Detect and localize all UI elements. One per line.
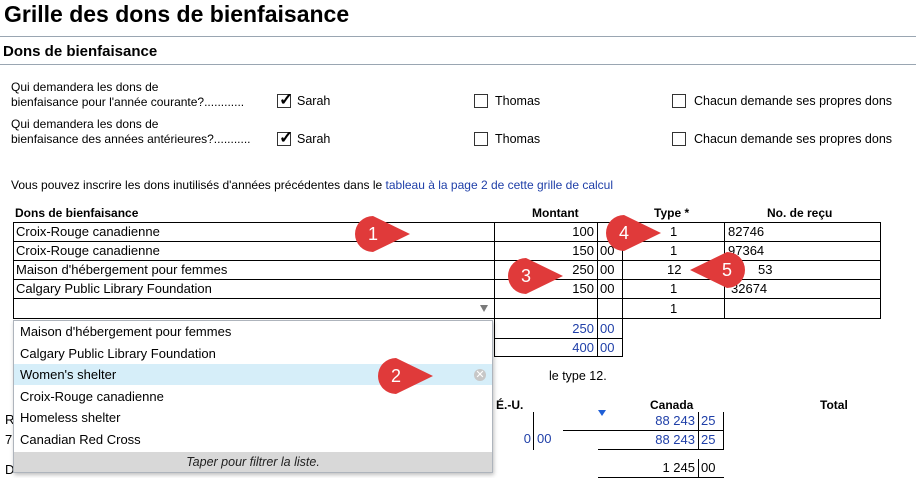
dropdown-option[interactable]: Calgary Public Library Foundation [14,343,492,364]
dropdown-option[interactable]: Homeless shelter [14,407,492,428]
donation-name[interactable]: Croix-Rouge canadienne [16,241,486,260]
donation-receipt[interactable]: 82746 [728,222,878,241]
checkbox-q2-each[interactable] [672,132,686,146]
checkbox-q2-thomas[interactable] [474,132,488,146]
donation-type[interactable]: 1 [670,279,700,298]
row-divider [563,430,598,431]
header-type: Type * [654,206,690,220]
dropdown-option[interactable]: Canadian Red Cross [14,429,492,450]
donation-receipt[interactable]: 32674 [731,279,881,298]
donation-cents[interactable]: 00 [600,260,622,279]
question-current-year: Qui demandera les dons de bienfaisance p… [11,80,244,110]
col-divider [597,319,598,357]
callout-5: 5 [690,249,748,291]
option-label: Chacun demande ses propres dons [694,94,893,108]
page-title: Grille des dons de bienfaisance [4,1,350,27]
total-amount: 1 245 [662,460,695,475]
col-divider [698,459,699,477]
checkbox-q1-thomas[interactable] [474,94,488,108]
callout-2: 2 [375,355,433,397]
canada-cents: 25 [701,413,716,428]
donation-name[interactable]: Maison d'hébergement pour femmes [16,260,486,279]
donation-receipt[interactable]: 97364 [728,241,878,260]
subtotal-cents: 00 [600,340,615,355]
question-line: Qui demandera les dons de [11,80,159,94]
question-line: bienfaisance pour l'année courante?.....… [11,95,245,109]
option-label: Thomas [495,132,541,146]
header-total: Total [820,398,848,412]
callout-number: 2 [390,366,401,386]
callout-number: 1 [367,224,378,244]
canada-amount: 88 243 [655,413,695,428]
canada-cents: 25 [701,432,716,447]
subtotal-amount: 400 [572,340,594,355]
chevron-down-icon[interactable] [480,305,488,312]
intro-sentence: Vous pouvez inscrire les dons inutilisés… [11,178,386,192]
option-label: Chacun demande ses propres dons [694,132,893,146]
canada-amount: 88 243 [655,432,695,447]
title-divider [0,36,916,37]
callout-3: 3 [505,255,563,297]
callout-1: 1 [352,213,410,255]
header-canada: Canada [650,398,694,412]
us-cents: 00 [537,431,552,446]
checkbox-q1-each[interactable] [672,94,686,108]
dropdown-option[interactable]: Croix-Rouge canadienne [14,386,492,407]
option-label: Sarah [297,94,331,108]
callout-number: 4 [618,223,629,243]
donation-name-combobox[interactable] [16,299,486,318]
header-donations: Dons de bienfaisance [15,206,139,220]
intro-text: Vous pouvez inscrire les dons inutilisés… [11,178,613,192]
checkbox-q1-sarah[interactable] [277,90,293,110]
type-note: le type 12. [549,369,607,383]
total-cents: 00 [701,460,716,475]
left-fragment: 7 [5,432,13,447]
section-divider [0,64,916,65]
donation-amount[interactable]: 100 [495,222,597,241]
question-prior-years: Qui demandera les dons de bienfaisance d… [11,117,250,147]
charity-dropdown-list[interactable]: Maison d'hébergement pour femmes Calgary… [13,320,493,473]
callout-number: 3 [520,266,531,286]
dropdown-option[interactable]: Maison d'hébergement pour femmes [14,321,492,342]
question-line: Qui demandera les dons de [11,117,159,131]
callout-4: 4 [603,212,661,254]
donation-type[interactable]: 1 [670,299,700,318]
header-receipt: No. de reçu [767,206,833,220]
donation-type[interactable]: 1 [670,222,700,241]
header-us: É.-U. [496,398,524,412]
subtotal-cents: 00 [600,321,615,336]
donation-cents[interactable]: 00 [600,279,622,298]
question-line: bienfaisance des années antérieures?....… [11,132,251,146]
remove-icon[interactable]: ✕ [474,369,486,381]
donation-type[interactable]: 1 [670,241,700,260]
option-label: Sarah [297,132,331,146]
callout-number: 5 [721,260,732,280]
col-divider [597,222,598,319]
intro-link[interactable]: tableau à la page 2 de cette grille de c… [386,178,614,192]
dropdown-filter-hint: Taper pour filtrer la liste. [14,452,492,472]
option-label: Thomas [495,94,541,108]
header-amount: Montant [532,206,579,220]
checkbox-q2-sarah[interactable] [277,128,293,148]
donation-receipt[interactable]: 53 [758,260,878,279]
section-title: Dons de bienfaisance [3,43,158,60]
subtotal-amount: 250 [572,321,594,336]
donation-name[interactable]: Calgary Public Library Foundation [16,279,486,298]
donation-name[interactable]: Croix-Rouge canadienne [16,222,486,241]
col-divider [698,412,699,450]
us-amount: 0 [523,431,531,446]
